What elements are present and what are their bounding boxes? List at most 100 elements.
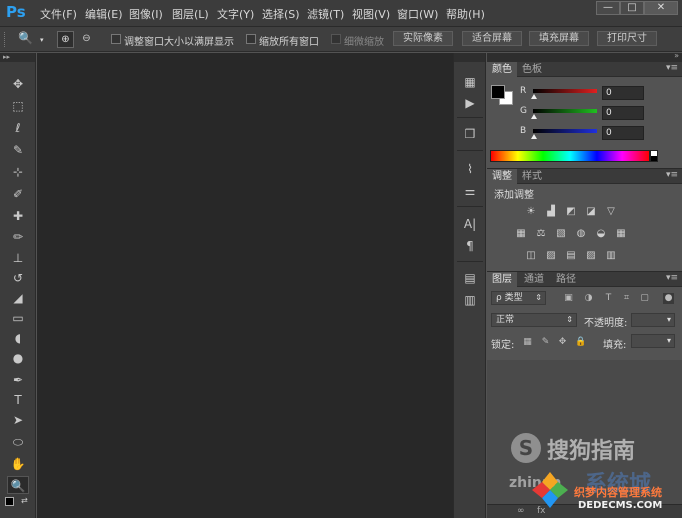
hand-tool-icon[interactable]: ✋: [7, 455, 29, 473]
tab-channels[interactable]: 通道: [519, 272, 549, 287]
lasso-tool-icon[interactable]: ℓ: [7, 119, 29, 137]
pixel-layer-filter-icon[interactable]: ▣: [563, 293, 574, 304]
menu-select[interactable]: 选择(S): [262, 6, 300, 22]
dodge-tool-icon[interactable]: ●: [7, 349, 29, 367]
lock-pixels-icon[interactable]: ✎: [540, 337, 551, 348]
fill-field[interactable]: ▾: [631, 334, 675, 348]
close-button[interactable]: ✕: [644, 1, 678, 15]
menu-type[interactable]: 文字(Y): [217, 6, 254, 22]
blue-slider[interactable]: [533, 129, 597, 133]
history-panel-icon[interactable]: ▦: [460, 73, 480, 91]
photo-filter-icon[interactable]: ◍: [574, 227, 588, 241]
character-panel-icon[interactable]: A|: [460, 215, 480, 233]
minimize-button[interactable]: —: [596, 1, 620, 15]
menu-image[interactable]: 图像(I): [129, 6, 163, 22]
actual-pixels-button[interactable]: 实际像素: [393, 31, 453, 46]
menu-file[interactable]: 文件(F): [40, 6, 77, 22]
swap-colors-icon[interactable]: ⇄: [21, 496, 28, 505]
fill-screen-button[interactable]: 填充屏幕: [529, 31, 589, 46]
threshold-icon[interactable]: ▤: [564, 249, 578, 263]
curves-icon[interactable]: ◩: [564, 205, 578, 219]
zoom-tool-preset[interactable]: 🔍 ▾: [18, 31, 46, 48]
dock-collapse-handle[interactable]: »: [487, 51, 682, 62]
ellipse-tool-icon[interactable]: ⬭: [7, 433, 29, 451]
smart-object-filter-icon[interactable]: ▢: [639, 293, 650, 304]
black-white-icon[interactable]: ▧: [554, 227, 568, 241]
restore-button[interactable]: □: [620, 1, 644, 15]
3d-panel-icon[interactable]: ❒: [460, 125, 480, 143]
resize-window-checkbox[interactable]: [111, 34, 121, 44]
marquee-tool-icon[interactable]: ⬚: [7, 97, 29, 115]
lock-position-icon[interactable]: ✥: [557, 337, 568, 348]
lock-all-icon[interactable]: 🔒: [575, 337, 586, 348]
color-balance-icon[interactable]: ⚖: [534, 227, 548, 241]
zoom-out-button[interactable]: ⊖: [78, 31, 95, 48]
print-size-button[interactable]: 打印尺寸: [597, 31, 657, 46]
green-slider-knob[interactable]: [531, 114, 537, 119]
move-tool-icon[interactable]: ✥: [7, 75, 29, 93]
invert-icon[interactable]: ◫: [524, 249, 538, 263]
zoom-all-checkbox[interactable]: [246, 34, 256, 44]
lock-transparent-icon[interactable]: ▦: [522, 337, 533, 348]
red-value-field[interactable]: 0: [602, 86, 644, 100]
type-layer-filter-icon[interactable]: T: [603, 293, 614, 304]
color-spectrum-bar[interactable]: [490, 150, 650, 162]
zoom-in-button[interactable]: ⊕: [57, 31, 74, 48]
brightness-contrast-icon[interactable]: ☀: [524, 205, 538, 219]
notes-panel-icon[interactable]: ▥: [460, 291, 480, 309]
blue-slider-knob[interactable]: [531, 134, 537, 139]
zoom-tool-icon[interactable]: 🔍: [7, 476, 29, 494]
opacity-field[interactable]: ▾: [631, 313, 675, 327]
path-selection-tool-icon[interactable]: ➤: [7, 411, 29, 429]
document-canvas-area[interactable]: [37, 53, 453, 518]
red-slider[interactable]: [533, 89, 597, 93]
history-brush-tool-icon[interactable]: ↺: [7, 269, 29, 287]
actions-panel-icon[interactable]: ▶: [460, 94, 480, 112]
shape-layer-filter-icon[interactable]: ⌗: [621, 293, 632, 304]
crop-tool-icon[interactable]: ⊹: [7, 163, 29, 181]
tab-swatches[interactable]: 色板: [517, 62, 547, 77]
red-slider-knob[interactable]: [531, 94, 537, 99]
foreground-swatch[interactable]: [491, 85, 505, 99]
levels-icon[interactable]: ▟: [544, 205, 558, 219]
tab-styles[interactable]: 样式: [517, 169, 547, 184]
channel-mixer-icon[interactable]: ◒: [594, 227, 608, 241]
paragraph-panel-icon[interactable]: ¶: [460, 237, 480, 255]
gradient-tool-icon[interactable]: ▭: [7, 309, 29, 327]
spot-healing-tool-icon[interactable]: ✚: [7, 207, 29, 225]
eraser-tool-icon[interactable]: ◢: [7, 289, 29, 307]
tab-paths[interactable]: 路径: [551, 272, 581, 287]
tab-color[interactable]: 颜色: [487, 62, 517, 77]
layer-kind-filter[interactable]: ρ 类型 ⇕: [491, 291, 546, 305]
black-white-swatch[interactable]: [650, 150, 658, 162]
menu-window[interactable]: 窗口(W): [397, 6, 438, 22]
scrubby-zoom-checkbox[interactable]: [331, 34, 341, 44]
type-tool-icon[interactable]: T: [7, 391, 29, 409]
hue-saturation-icon[interactable]: ▦: [514, 227, 528, 241]
clone-stamp-tool-icon[interactable]: ⊥: [7, 249, 29, 267]
options-grip[interactable]: [4, 32, 7, 47]
menu-layer[interactable]: 图层(L): [172, 6, 209, 22]
eyedropper-tool-icon[interactable]: ✐: [7, 185, 29, 203]
link-layers-icon[interactable]: ∞: [517, 506, 525, 516]
tab-adjustments[interactable]: 调整: [487, 169, 517, 184]
brush-panel-icon[interactable]: ⌇: [460, 160, 480, 178]
posterize-icon[interactable]: ▨: [544, 249, 558, 263]
tools-collapse-handle[interactable]: ▸▸: [0, 53, 35, 62]
color-lookup-icon[interactable]: ▦: [614, 227, 628, 241]
fit-screen-button[interactable]: 适合屏幕: [462, 31, 522, 46]
quick-selection-tool-icon[interactable]: ✎: [7, 141, 29, 159]
green-value-field[interactable]: 0: [602, 106, 644, 120]
brush-tool-icon[interactable]: ✏: [7, 228, 29, 246]
menu-help[interactable]: 帮助(H): [446, 6, 485, 22]
info-panel-icon[interactable]: ▤: [460, 269, 480, 287]
blur-tool-icon[interactable]: ◖: [7, 329, 29, 347]
blue-value-field[interactable]: 0: [602, 126, 644, 140]
filter-toggle-icon[interactable]: ●: [663, 293, 674, 304]
panel-menu-icon[interactable]: ▾≡: [666, 63, 678, 73]
menu-filter[interactable]: 滤镜(T): [307, 6, 344, 22]
green-slider[interactable]: [533, 109, 597, 113]
adjustment-layer-filter-icon[interactable]: ◑: [583, 293, 594, 304]
foreground-color-icon[interactable]: [5, 497, 14, 506]
panel-menu-icon[interactable]: ▾≡: [666, 273, 678, 283]
